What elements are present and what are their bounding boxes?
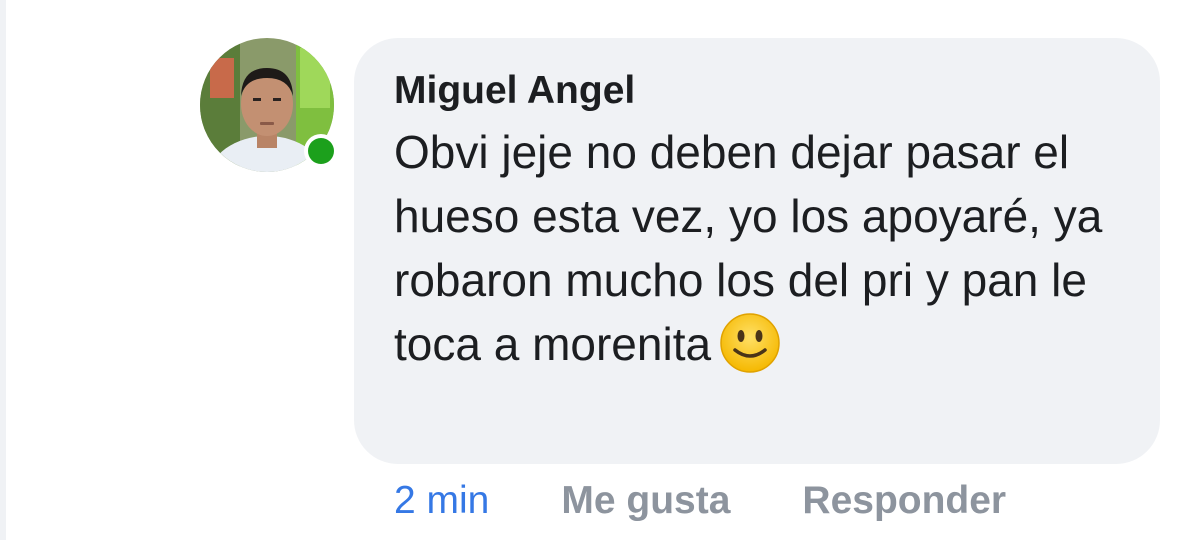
comment-actions: 2 min Me gusta Responder bbox=[394, 478, 1006, 524]
slightly-smiling-face-icon bbox=[719, 312, 781, 374]
comment-bubble: Miguel Angel Obvi jeje no deben dejar pa… bbox=[354, 38, 1160, 464]
comment-body: Obvi jeje no deben dejar pasar el hueso … bbox=[394, 120, 1134, 376]
comment-author-name[interactable]: Miguel Angel bbox=[394, 68, 1120, 114]
comment-timestamp[interactable]: 2 min bbox=[394, 478, 489, 524]
like-button[interactable]: Me gusta bbox=[561, 478, 730, 524]
online-status-indicator bbox=[304, 134, 338, 168]
avatar-container[interactable] bbox=[200, 38, 338, 172]
left-edge-divider bbox=[0, 0, 6, 540]
reply-button[interactable]: Responder bbox=[802, 478, 1006, 524]
comment-view: Miguel Angel Obvi jeje no deben dejar pa… bbox=[0, 0, 1200, 540]
